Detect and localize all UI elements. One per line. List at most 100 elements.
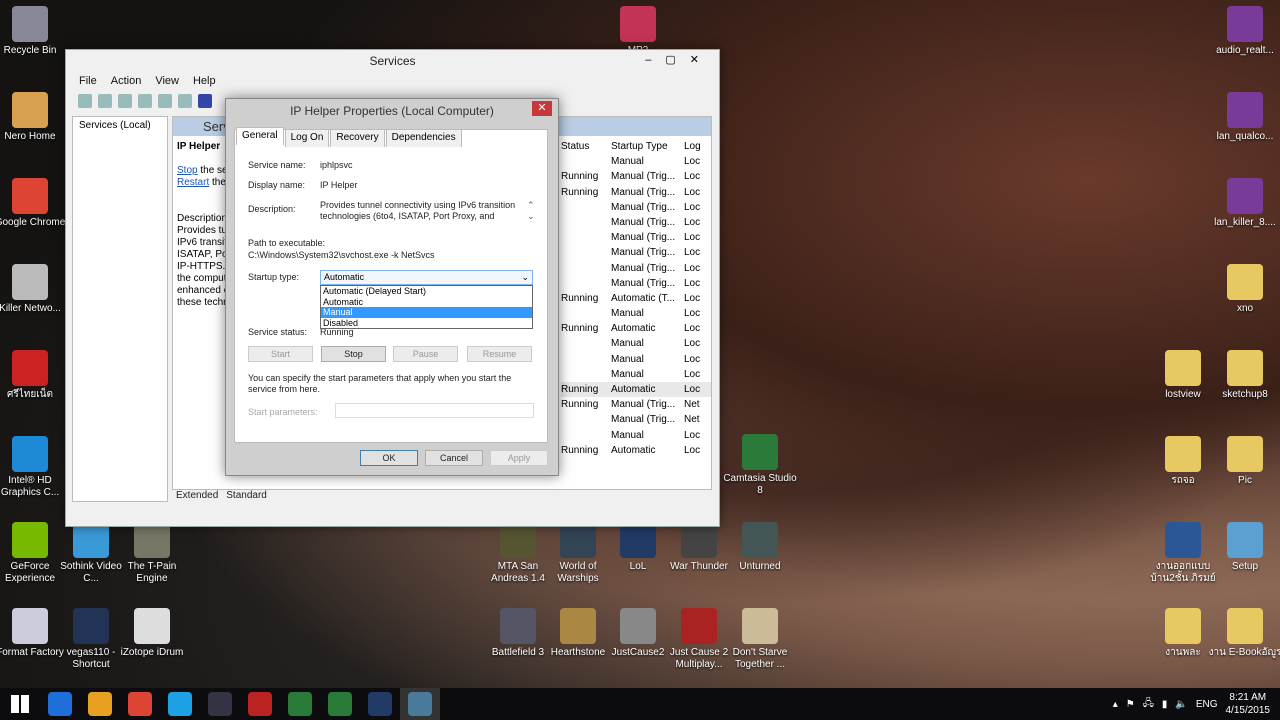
taskbar-app[interactable] — [160, 688, 200, 720]
tab-dependencies[interactable]: Dependencies — [385, 129, 462, 147]
start-button[interactable]: Start — [248, 346, 313, 362]
tab-general[interactable]: General — [236, 127, 284, 145]
console-tree-icon[interactable] — [118, 94, 132, 108]
table-row[interactable]: Manual (Trig... Loc — [561, 215, 711, 230]
table-row[interactable]: Manual Loc — [561, 336, 711, 351]
desktop-icon[interactable]: Don't Starve Together ... — [722, 608, 798, 671]
desktop-icon[interactable]: lan_qualco... — [1207, 92, 1280, 143]
table-row[interactable]: Running Manual (Trig... Net — [561, 397, 711, 412]
refresh-icon[interactable] — [158, 94, 172, 108]
show-hidden-icons[interactable]: ▴ — [1113, 699, 1118, 710]
option-automatic-delayed[interactable]: Automatic (Delayed Start) — [321, 286, 532, 297]
network-icon[interactable]: 🖧 — [1143, 696, 1154, 713]
table-row[interactable]: Manual Loc — [561, 367, 711, 382]
option-manual[interactable]: Manual — [321, 307, 532, 318]
app-icon — [12, 436, 48, 472]
power-icon[interactable]: ▮ — [1162, 699, 1168, 710]
description-scroll[interactable]: ⌃ ⌄ — [527, 200, 535, 222]
startup-type-select[interactable]: Automatic ⌄ — [320, 270, 533, 285]
desktop-icon[interactable]: xno — [1207, 264, 1280, 315]
export-icon[interactable] — [178, 94, 192, 108]
desktop-icon[interactable]: lan_killer_8.... — [1207, 178, 1280, 229]
desktop-icon[interactable]: Unturned — [722, 522, 798, 573]
desktop-icon[interactable]: Google Chrome — [0, 178, 68, 229]
table-row[interactable]: Running Automatic Loc — [561, 443, 711, 458]
taskbar-app[interactable] — [280, 688, 320, 720]
start-button[interactable] — [0, 688, 40, 720]
desktop-icon[interactable]: Nero Home — [0, 92, 68, 143]
back-icon[interactable] — [78, 94, 92, 108]
taskbar-app[interactable] — [360, 688, 400, 720]
table-row[interactable]: Running Automatic Loc — [561, 321, 711, 336]
help-icon[interactable] — [198, 94, 212, 108]
table-row[interactable]: Running Automatic (T... Loc — [561, 291, 711, 306]
column-log-on[interactable]: Log — [684, 139, 706, 154]
tab-recovery[interactable]: Recovery — [330, 129, 385, 147]
desktop-icon[interactable]: The T-Pain Engine — [114, 522, 190, 585]
console-tree: Services (Local) — [72, 116, 168, 502]
desktop-icon[interactable]: Killer Netwo... — [0, 264, 68, 315]
tab-standard[interactable]: Standard — [226, 490, 267, 501]
tab-extended[interactable]: Extended — [176, 490, 218, 501]
desktop-icon[interactable]: Recycle Bin — [0, 6, 68, 57]
table-row[interactable]: Manual Loc — [561, 352, 711, 367]
desktop-icon[interactable]: iZotope iDrum — [114, 608, 190, 659]
table-row[interactable]: Manual (Trig... Loc — [561, 245, 711, 260]
option-automatic[interactable]: Automatic — [321, 297, 532, 308]
taskbar-app[interactable] — [400, 688, 440, 720]
table-row[interactable]: Manual Loc — [561, 306, 711, 321]
taskbar-app[interactable] — [200, 688, 240, 720]
menu-file[interactable]: File — [79, 72, 97, 90]
desktop-icon[interactable]: audio_realt... — [1207, 6, 1280, 57]
restart-link[interactable]: Restart — [177, 177, 209, 188]
taskbar-app[interactable] — [40, 688, 80, 720]
desktop-icon[interactable]: Camtasia Studio 8 — [722, 434, 798, 497]
taskbar-app[interactable] — [80, 688, 120, 720]
column-status[interactable]: Status — [561, 139, 611, 154]
ok-button[interactable]: OK — [360, 450, 418, 466]
tab-log-on[interactable]: Log On — [284, 129, 330, 147]
table-row[interactable]: Running Manual (Trig... Loc — [561, 185, 711, 200]
table-row[interactable]: Running Manual (Trig... Loc — [561, 169, 711, 184]
forward-icon[interactable] — [98, 94, 112, 108]
startup-type-label: Startup type: — [248, 272, 300, 282]
stop-button[interactable]: Stop — [321, 346, 386, 362]
desktop-icon[interactable]: Intel® HD Graphics C... — [0, 436, 68, 499]
column-startup-type[interactable]: Startup Type — [611, 139, 684, 154]
properties-icon[interactable] — [138, 94, 152, 108]
resume-button[interactable]: Resume — [467, 346, 532, 362]
option-disabled[interactable]: Disabled — [321, 318, 532, 329]
table-row[interactable]: Running Automatic Loc — [561, 382, 711, 398]
desktop-icon[interactable]: งาน E-Bookอัญูร — [1207, 608, 1280, 659]
table-row[interactable]: Manual (Trig... Loc — [561, 276, 711, 291]
stop-link[interactable]: Stop — [177, 165, 198, 176]
volume-icon[interactable]: 🔈 — [1175, 699, 1187, 710]
start-params-input[interactable] — [335, 403, 534, 418]
app-icon — [500, 608, 536, 644]
taskbar-app[interactable] — [320, 688, 360, 720]
table-row[interactable]: Manual Loc — [561, 428, 711, 443]
language-indicator[interactable]: ENG — [1196, 699, 1218, 710]
table-row[interactable]: Manual (Trig... Loc — [561, 230, 711, 245]
taskbar-app[interactable] — [240, 688, 280, 720]
pause-button[interactable]: Pause — [393, 346, 458, 362]
table-row[interactable]: Manual Loc — [561, 154, 711, 169]
menu-view[interactable]: View — [155, 72, 179, 90]
tree-item-services-local[interactable]: Services (Local) — [79, 120, 151, 131]
clock[interactable]: 8:21 AM 4/15/2015 — [1226, 691, 1271, 717]
desktop-icon[interactable]: ศรีไทยเน็ต — [0, 350, 68, 401]
taskbar-app[interactable] — [120, 688, 160, 720]
cancel-button[interactable]: Cancel — [425, 450, 483, 466]
close-button[interactable]: ✕ — [532, 101, 552, 116]
window-controls[interactable]: –▢✕ — [645, 53, 713, 66]
desktop-icon[interactable]: Setup — [1207, 522, 1280, 573]
apply-button[interactable]: Apply — [490, 450, 548, 466]
table-row[interactable]: Manual (Trig... Loc — [561, 200, 711, 215]
desktop-icon[interactable]: Pic — [1207, 436, 1280, 487]
table-row[interactable]: Manual (Trig... Net — [561, 412, 711, 427]
table-row[interactable]: Manual (Trig... Loc — [561, 261, 711, 276]
flag-icon[interactable]: ⚑ — [1126, 699, 1135, 710]
menu-help[interactable]: Help — [193, 72, 216, 90]
menu-action[interactable]: Action — [111, 72, 142, 90]
desktop-icon[interactable]: sketchup8 — [1207, 350, 1280, 401]
